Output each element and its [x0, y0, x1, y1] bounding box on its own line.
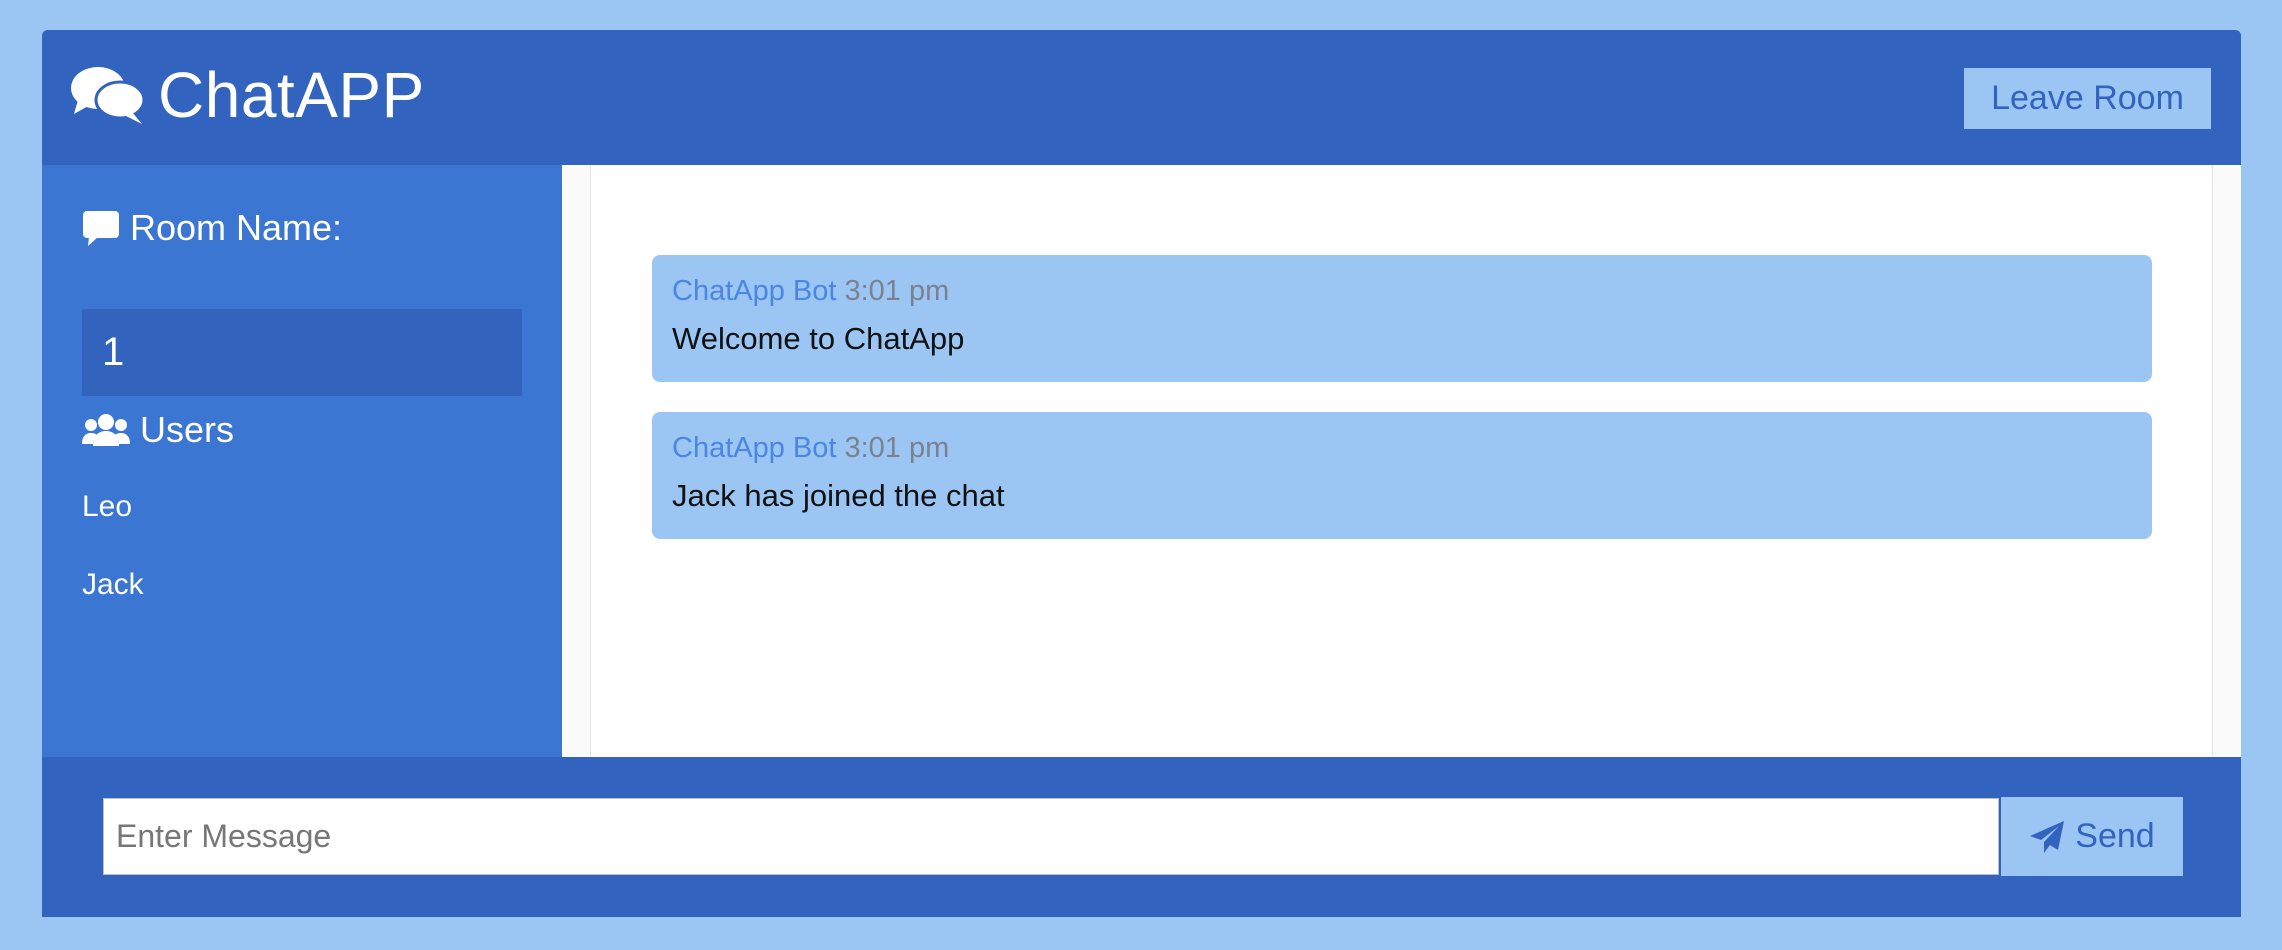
comments-icon	[71, 67, 146, 124]
message-text: Jack has joined the chat	[672, 478, 1005, 513]
user-item: Jack	[82, 568, 144, 601]
message-author: ChatApp Bot	[672, 275, 837, 307]
users-heading: Users	[82, 405, 234, 455]
chat-messages[interactable]: ChatApp Bot 3:01 pm Welcome to ChatApp Ch…	[562, 165, 2241, 757]
user-list: Leo Jack	[82, 487, 144, 643]
brand: ChatAPP	[70, 60, 425, 130]
message-composer: Send	[42, 757, 2241, 917]
room-name-label: Room Name:	[130, 207, 343, 248]
message-time: 3:01 pm	[844, 275, 950, 307]
message: ChatApp Bot 3:01 pm Welcome to ChatApp	[652, 255, 2152, 382]
header: ChatAPP Leave Room	[42, 30, 2241, 165]
leave-room-button[interactable]: Leave Room	[1964, 68, 2211, 129]
message-text: Welcome to ChatApp	[672, 321, 965, 356]
message-author: ChatApp Bot	[672, 432, 837, 464]
message-input[interactable]	[103, 798, 1999, 875]
room-name-heading: Room Name:	[82, 203, 342, 253]
message-meta: ChatApp Bot 3:01 pm	[672, 430, 2132, 466]
message-time: 3:01 pm	[844, 432, 950, 464]
sidebar: Room Name: 1 Users Leo Jack	[42, 165, 562, 757]
room-name-value: 1	[82, 309, 522, 396]
message-meta: ChatApp Bot 3:01 pm	[672, 273, 2132, 309]
send-label: Send	[2075, 817, 2155, 855]
paper-plane-icon	[2030, 820, 2065, 853]
messages-gutter-left	[562, 165, 591, 757]
user-item: Leo	[82, 490, 133, 523]
message: ChatApp Bot 3:01 pm Jack has joined the c…	[652, 412, 2152, 539]
app-title: ChatAPP	[158, 59, 425, 131]
messages-gutter-right	[2212, 165, 2241, 757]
send-button[interactable]: Send	[2001, 797, 2183, 876]
users-icon	[82, 414, 130, 446]
users-label: Users	[140, 409, 235, 450]
chat-app: ChatAPP Leave Room Room Name: 1 Users Le…	[42, 30, 2241, 917]
comment-icon	[83, 211, 119, 246]
